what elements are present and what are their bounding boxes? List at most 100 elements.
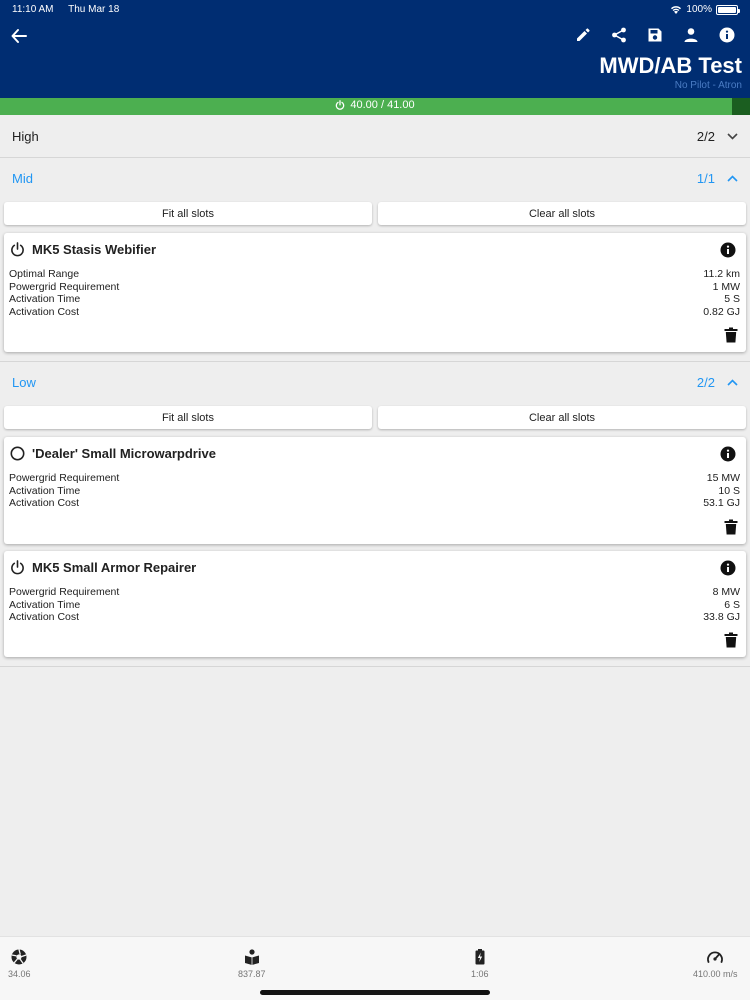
stat-label: Optimal Range: [9, 268, 80, 280]
info-icon[interactable]: [720, 560, 736, 576]
module-title: MK5 Stasis Webifier: [32, 242, 157, 257]
share-button[interactable]: [608, 24, 630, 46]
trash-icon[interactable]: [724, 632, 738, 648]
stat-label: Activation Time: [9, 484, 81, 497]
stat-value: 5 S: [724, 293, 740, 305]
stat-value: 1 MW: [712, 280, 740, 293]
stat-value: 837.87: [238, 969, 266, 979]
info-icon: [719, 27, 735, 43]
save-button[interactable]: [644, 24, 666, 46]
low-slot-actions: Fit all slots Clear all slots: [4, 406, 746, 429]
stat-label: Powergrid Requirement: [9, 472, 120, 484]
stat-value: 8 MW: [712, 586, 740, 598]
section-mid-header[interactable]: Mid 1/1: [0, 158, 750, 198]
stat-label: Activation Time: [9, 598, 81, 611]
stat-row: Activation Cost 33.8 GJ: [9, 611, 740, 624]
stat-value: 11.2 km: [703, 268, 740, 280]
power-icon[interactable]: [10, 560, 25, 575]
stat-value: 34.06: [8, 969, 31, 979]
info-icon[interactable]: [720, 446, 736, 462]
stat-value: 6 S: [724, 598, 740, 611]
arrow-left-icon: [11, 29, 27, 43]
status-date: Thu Mar 18: [68, 4, 120, 15]
trash-icon[interactable]: [724, 327, 738, 343]
battery-charging-icon: [475, 949, 485, 965]
book-icon: [244, 949, 259, 965]
capacitor-label: 40.00 / 41.00: [350, 99, 415, 111]
section-mid-count: 1/1: [696, 170, 715, 186]
low-clear-all-button[interactable]: Clear all slots: [378, 406, 746, 429]
section-low-name: Low: [12, 374, 36, 390]
section-high-count: 2/2: [696, 128, 715, 144]
stat-ehp[interactable]: 837.87: [238, 949, 266, 979]
section-low-header[interactable]: Low 2/2: [0, 362, 750, 402]
back-button[interactable]: [8, 25, 30, 47]
battery-percent: 100%: [686, 4, 712, 15]
stat-label: Activation Cost: [9, 611, 80, 623]
status-bar: 11:10 AM Thu Mar 18 100%: [12, 4, 740, 16]
header-toolbar: [572, 24, 738, 46]
stat-label: Activation Cost: [9, 305, 80, 318]
fit-title: MWD/AB Test: [599, 53, 742, 78]
module-card[interactable]: MK5 Small Armor Repairer Powergrid Requi…: [4, 551, 746, 657]
stat-dps[interactable]: 34.06: [8, 949, 31, 979]
stat-value: 10 S: [718, 484, 740, 497]
aperture-icon: [11, 949, 27, 965]
stat-capacitor[interactable]: 1:06: [471, 949, 489, 979]
module-card[interactable]: 'Dealer' Small Microwarpdrive Powergrid …: [4, 437, 746, 544]
stat-row: Activation Time 10 S: [9, 485, 740, 498]
chevron-up-icon: [727, 174, 738, 182]
mid-fit-all-button[interactable]: Fit all slots: [4, 202, 372, 225]
stat-label: Powergrid Requirement: [9, 280, 120, 293]
stat-value: 1:06: [471, 969, 489, 979]
module-card[interactable]: MK5 Stasis Webifier Optimal Range 11.2 km…: [4, 233, 746, 352]
stat-value: 33.8 GJ: [703, 611, 740, 623]
stat-value: 410.00 m/s: [693, 969, 738, 979]
low-fit-all-button[interactable]: Fit all slots: [4, 406, 372, 429]
save-icon: [648, 28, 662, 42]
home-indicator[interactable]: [260, 990, 490, 995]
module-title: MK5 Small Armor Repairer: [32, 560, 197, 575]
info-button[interactable]: [716, 24, 738, 46]
person-icon: [684, 28, 698, 42]
stat-speed[interactable]: 410.00 m/s: [693, 949, 738, 979]
info-icon[interactable]: [720, 242, 736, 258]
wifi-icon: [671, 6, 682, 14]
speedometer-icon: [707, 951, 724, 963]
stat-label: Activation Time: [9, 293, 81, 305]
section-high-header[interactable]: High 2/2: [0, 116, 750, 156]
stat-value: 15 MW: [706, 472, 740, 484]
module-stats: Powergrid Requirement 8 MW Activation Tim…: [9, 586, 740, 624]
chevron-down-icon: [727, 132, 738, 140]
trash-icon[interactable]: [724, 519, 738, 535]
module-title: 'Dealer' Small Microwarpdrive: [32, 446, 216, 461]
power-icon[interactable]: [10, 242, 25, 257]
module-stats: Optimal Range 11.2 km Powergrid Requireme…: [9, 268, 740, 318]
status-time: 11:10 AM: [12, 4, 54, 15]
stat-label: Powergrid Requirement: [9, 586, 120, 598]
app-header: 11:10 AM Thu Mar 18 100% MWD/AB Test No …: [0, 0, 750, 98]
stat-value: 53.1 GJ: [703, 497, 740, 509]
stat-row: Powergrid Requirement 8 MW: [9, 586, 740, 599]
chevron-up-icon: [727, 378, 738, 386]
circle-icon[interactable]: [10, 446, 25, 461]
module-stats: Powergrid Requirement 15 MW Activation Ti…: [9, 472, 740, 510]
stat-value: 0.82 GJ: [703, 305, 740, 318]
stat-row: Optimal Range 11.2 km: [9, 268, 740, 281]
stat-label: Activation Cost: [9, 497, 80, 509]
capacitor-bar: 40.00 / 41.00: [0, 98, 750, 115]
divider: [0, 666, 750, 667]
section-mid-name: Mid: [12, 170, 33, 186]
pilot-button[interactable]: [680, 24, 702, 46]
edit-button[interactable]: [572, 24, 594, 46]
mid-clear-all-button[interactable]: Clear all slots: [378, 202, 746, 225]
stat-row: Activation Cost 0.82 GJ: [9, 306, 740, 319]
power-icon: [336, 100, 345, 110]
share-icon: [612, 27, 626, 43]
battery-icon: [716, 4, 740, 15]
stat-row: Activation Time 6 S: [9, 599, 740, 612]
stat-row: Activation Cost 53.1 GJ: [9, 497, 740, 510]
section-low-count: 2/2: [696, 374, 715, 390]
pencil-icon: [577, 28, 590, 41]
stat-row: Powergrid Requirement 15 MW: [9, 472, 740, 485]
